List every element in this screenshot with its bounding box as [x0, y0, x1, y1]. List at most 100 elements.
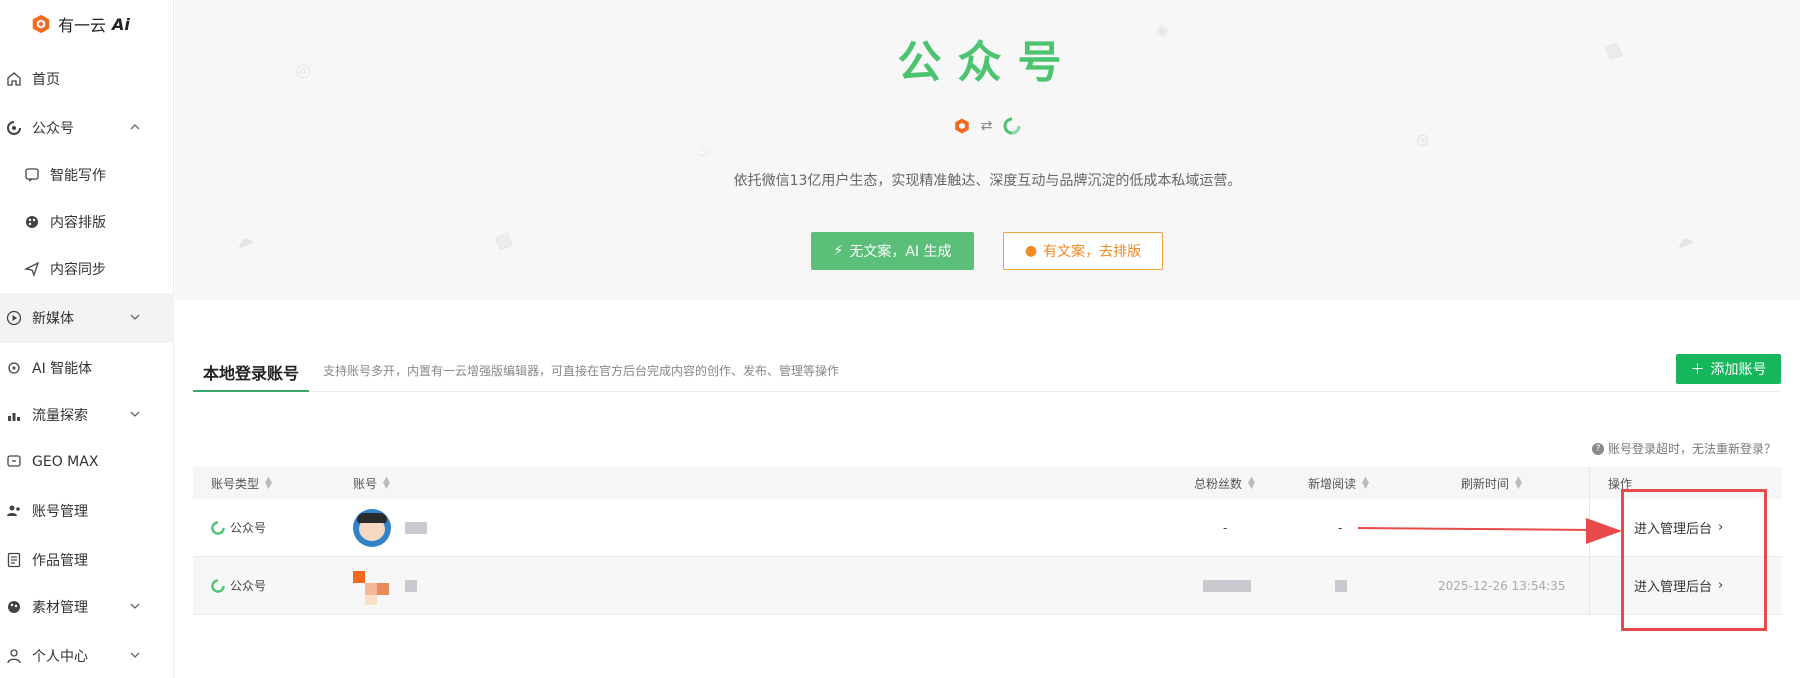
account-cell — [353, 499, 427, 556]
watermark-icon: ▦ — [491, 227, 516, 254]
blurred-name — [405, 521, 427, 534]
sidebar-item-label: 公众号 — [32, 121, 74, 137]
col-refresh-time[interactable]: 刷新时间 ▲ ▼ — [1461, 467, 1522, 499]
annotation-arrow-icon — [1358, 518, 1622, 544]
col-account-type[interactable]: 账号类型 ▲ ▼ — [211, 467, 272, 499]
link-icon: ⇄ — [980, 118, 993, 134]
question-icon: ? — [1591, 442, 1604, 455]
sidebar-item-label: GEO MAX — [32, 454, 99, 470]
logo-ai: Ai — [112, 14, 130, 34]
sidebar-item-wechat[interactable]: 公众号 — [0, 108, 174, 148]
wechat-official-icon — [211, 520, 225, 535]
watermark-icon: ♨ — [691, 137, 715, 164]
avatar — [353, 567, 391, 605]
chevron-down-icon — [130, 652, 140, 658]
sidebar-item-home[interactable]: 首页 — [0, 59, 174, 99]
sidebar-item-label: 个人中心 — [32, 649, 88, 665]
sidebar-item-works[interactable]: 作品管理 — [0, 540, 174, 580]
account-type-cell: 公众号 — [210, 499, 266, 556]
sort-icon: ▲ ▼ — [1362, 475, 1369, 491]
sidebar-item-label: 账号管理 — [32, 504, 88, 520]
table-row: 公众号 2025-12-26 13:54:35 进入管理后台 › — [193, 557, 1782, 615]
sidebar-item-smart-write[interactable]: 智能写作 — [0, 155, 174, 195]
sort-icon: ▲ ▼ — [265, 475, 272, 491]
table-header: 账号类型 ▲ ▼ 账号 ▲ ▼ 总粉丝数 ▲ ▼ 新增阅读 ▲ ▼ 刷新时间 ▲ ▼ 操作 — [193, 467, 1782, 499]
account-tabs: 本地登录账号 支持账号多开，内置有一云增强版编辑器，可直接在官方后台完成内容的创… — [193, 350, 1782, 392]
sidebar-item-layout[interactable]: 内容排版 — [0, 202, 174, 242]
add-account-label: 添加账号 — [1710, 362, 1767, 378]
lightning-icon: ⚡ — [833, 243, 844, 259]
logo-text: 有一云 — [58, 16, 107, 35]
sidebar-item-geo-max[interactable]: GEO MAX — [0, 442, 174, 482]
page-title: 公众号 — [897, 37, 1078, 88]
sort-icon: ▲ ▼ — [1515, 475, 1522, 491]
sidebar-item-sync[interactable]: 内容同步 — [0, 249, 174, 289]
refresh-time-cell: 2025-12-26 13:54:35 — [1438, 578, 1566, 593]
sidebar: 有一云 Ai 首页 公众号 智能写作 内容排版 内容同步 新媒体 AI 智能体 … — [0, 0, 174, 678]
watermark-icon: ☁ — [231, 227, 257, 254]
col-total-fans[interactable]: 总粉丝数 ▲ ▼ — [1194, 467, 1255, 499]
plus-icon: ＋ — [1690, 362, 1705, 378]
palette-icon: ● — [1024, 243, 1038, 259]
blurred-name — [405, 579, 417, 592]
tab-description: 支持账号多开，内置有一云增强版编辑器，可直接在官方后台完成内容的创作、发布、管理… — [323, 364, 840, 378]
sidebar-item-label: 内容排版 — [50, 215, 106, 231]
palette-icon — [24, 214, 40, 230]
format-button[interactable]: ● 有文案，去排版 — [1003, 232, 1163, 270]
col-new-reads[interactable]: 新增阅读 ▲ ▼ — [1308, 467, 1369, 499]
wechat-official-icon — [211, 578, 225, 593]
ai-generate-label: 无文案，AI 生成 — [849, 244, 952, 260]
sidebar-item-label: 作品管理 — [32, 553, 88, 569]
document-icon — [6, 552, 22, 568]
sidebar-item-label: AI 智能体 — [32, 361, 93, 377]
user-icon — [6, 648, 22, 664]
watermark-icon: ☁ — [1671, 227, 1697, 254]
wechat-official-icon — [6, 120, 22, 136]
col-account[interactable]: 账号 ▲ ▼ — [353, 467, 390, 499]
hero-subtitle: 依托微信13亿用户生态，实现精准触达、深度互动与品牌沉淀的低成本私域运营。 — [733, 173, 1242, 189]
format-label: 有文案，去排版 — [1043, 244, 1142, 260]
chevron-down-icon — [130, 603, 140, 609]
sidebar-item-new-media[interactable]: 新媒体 — [0, 293, 174, 343]
brand-logo-icon — [32, 14, 50, 34]
play-icon — [6, 310, 22, 326]
brand-logo-icon — [954, 118, 969, 134]
sidebar-item-label: 素材管理 — [32, 600, 88, 616]
wechat-official-icon — [1003, 117, 1021, 135]
sidebar-item-ai-agent[interactable]: AI 智能体 — [0, 348, 174, 388]
agent-icon — [6, 360, 22, 376]
avatar — [353, 508, 391, 547]
write-icon — [24, 167, 40, 183]
hero-logos: ⇄ — [175, 116, 1800, 136]
sidebar-item-label: 内容同步 — [50, 262, 106, 278]
material-icon — [6, 599, 22, 615]
sidebar-item-account-mgmt[interactable]: 账号管理 — [0, 491, 174, 531]
sort-icon: ▲ ▼ — [383, 475, 390, 491]
add-account-button[interactable]: ＋ 添加账号 — [1676, 354, 1781, 384]
geo-icon — [6, 454, 22, 470]
send-icon — [24, 261, 40, 277]
account-type-cell: 公众号 — [210, 557, 266, 614]
sidebar-item-label: 新媒体 — [32, 311, 74, 327]
sidebar-item-traffic[interactable]: 流量探索 — [0, 395, 174, 435]
logo[interactable]: 有一云 Ai — [30, 12, 130, 36]
ai-generate-button[interactable]: ⚡ 无文案，AI 生成 — [811, 232, 974, 270]
chevron-up-icon — [130, 124, 140, 130]
sidebar-item-materials[interactable]: 素材管理 — [0, 587, 174, 627]
annotation-highlight-box — [1621, 489, 1767, 631]
sidebar-item-profile[interactable]: 个人中心 — [0, 636, 174, 676]
hero-banner: ◎ ▦ ♨ ◈ ⊛ ▩ ☁ ☁ 公众号 ⇄ 依托微信13亿用户生态，实现精准触达… — [175, 0, 1800, 300]
reads-cell: - — [1338, 520, 1343, 535]
sidebar-item-label: 首页 — [32, 72, 60, 88]
sort-icon: ▲ ▼ — [1248, 475, 1255, 491]
chevron-down-icon — [130, 314, 140, 320]
fans-cell — [1203, 557, 1251, 614]
help-text: 账号登录超时，无法重新登录？ — [1607, 442, 1776, 456]
tab-local-accounts[interactable]: 本地登录账号 — [193, 350, 310, 392]
reads-cell — [1335, 557, 1347, 614]
sidebar-item-label: 流量探索 — [32, 408, 88, 424]
login-timeout-help[interactable]: ? 账号登录超时，无法重新登录？ — [1591, 440, 1776, 457]
users-icon — [6, 503, 22, 519]
account-cell — [353, 557, 417, 614]
sidebar-item-label: 智能写作 — [50, 168, 106, 184]
